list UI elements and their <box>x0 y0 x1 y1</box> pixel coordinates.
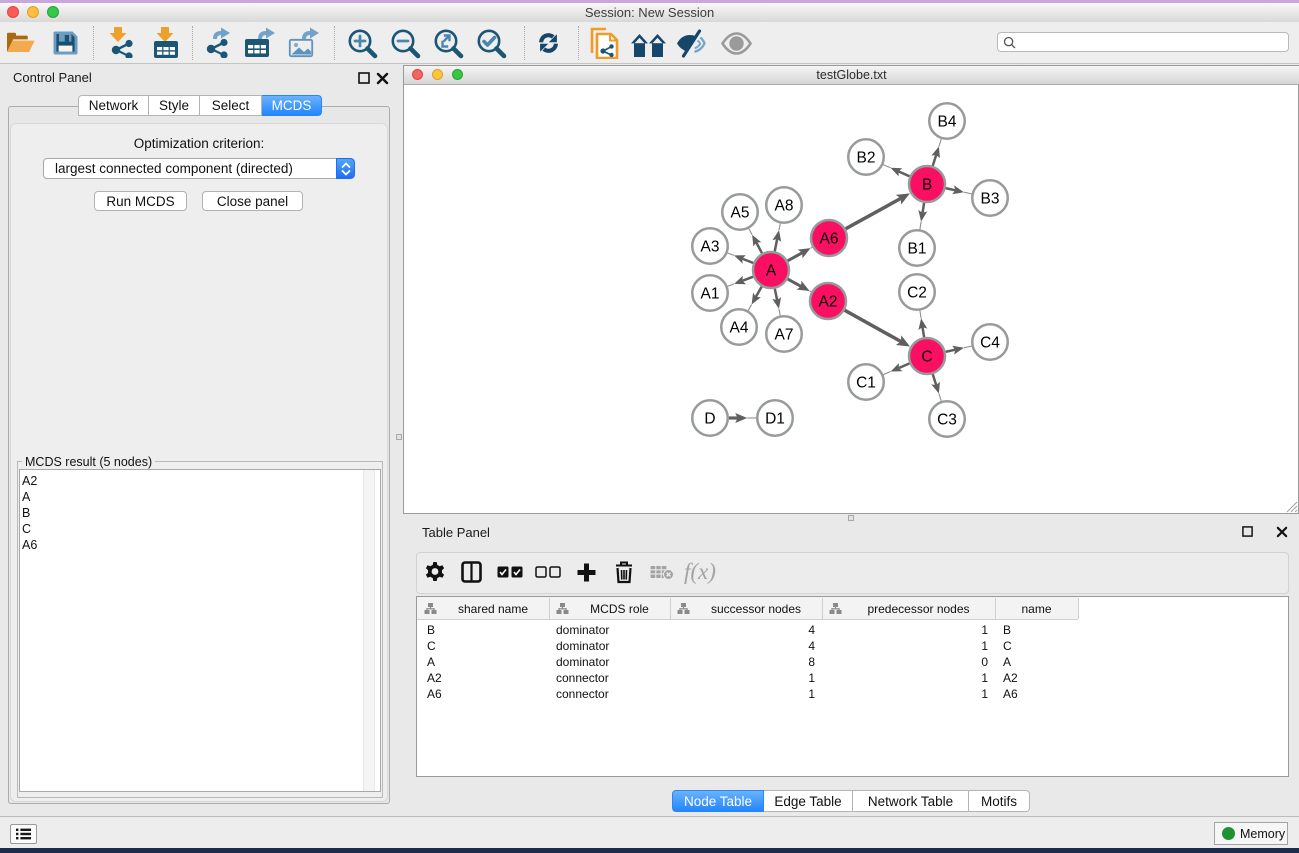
svg-text:A7: A7 <box>775 327 794 344</box>
svg-text:A8: A8 <box>775 198 794 215</box>
svg-text:B4: B4 <box>938 114 957 131</box>
svg-text:B: B <box>922 177 932 194</box>
svg-text:A3: A3 <box>701 239 720 256</box>
svg-text:A1: A1 <box>701 286 720 303</box>
svg-text:C4: C4 <box>980 335 1000 352</box>
svg-text:A2: A2 <box>819 294 838 311</box>
svg-text:B2: B2 <box>857 150 876 167</box>
svg-text:C: C <box>921 349 932 366</box>
svg-text:D: D <box>704 411 715 428</box>
svg-text:A6: A6 <box>820 231 839 248</box>
svg-text:C2: C2 <box>907 285 927 302</box>
svg-text:D1: D1 <box>765 411 785 428</box>
svg-text:B1: B1 <box>908 241 927 258</box>
svg-text:B3: B3 <box>981 191 1000 208</box>
svg-text:C1: C1 <box>856 375 876 392</box>
svg-text:A5: A5 <box>731 205 750 222</box>
svg-text:A: A <box>766 263 777 280</box>
svg-text:A4: A4 <box>730 320 749 337</box>
svg-text:C3: C3 <box>937 412 957 429</box>
